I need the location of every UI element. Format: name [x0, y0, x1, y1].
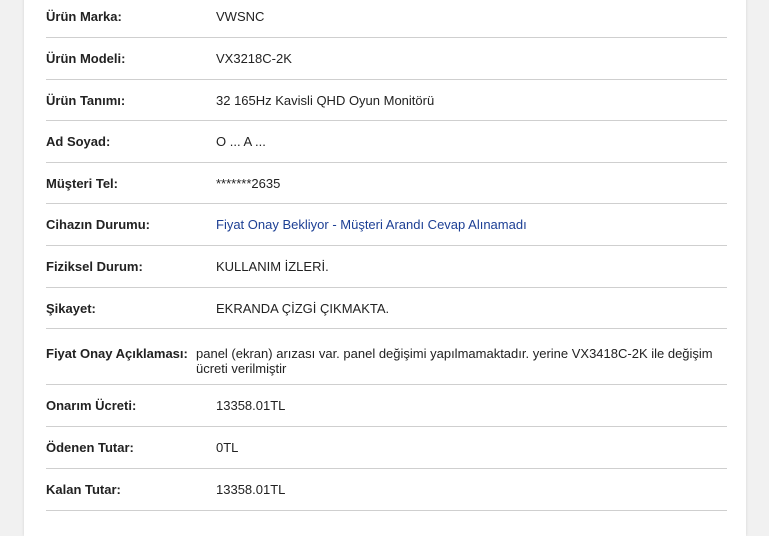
device-status-value: Fiyat Onay Bekliyor - Müşteri Arandı Cev… [216, 217, 527, 232]
row-paid-amount: Ödenen Tutar: 0TL [46, 427, 727, 469]
row-complaint: Şikayet: EKRANDA ÇİZGİ ÇIKMAKTA. [46, 288, 727, 329]
model-value: VX3218C-2K [216, 51, 292, 66]
row-remaining-amount: Kalan Tutar: 13358.01TL [46, 469, 727, 511]
complaint-label: Şikayet: [46, 300, 96, 316]
remaining-amount-label: Kalan Tutar: [46, 482, 121, 497]
row-model: Ürün Modeli: VX3218C-2K [46, 38, 727, 80]
remaining-amount-value: 13358.01TL [216, 482, 286, 497]
description-label: Ürün Tanımı: [46, 92, 126, 108]
physical-condition-label: Fiziksel Durum: [46, 259, 143, 274]
price-approval-note-label: Fiyat Onay Açıklaması: [46, 346, 188, 361]
repair-details-card: Ürün Marka: VWSNC Ürün Modeli: VX3218C-2… [24, 0, 746, 536]
model-label: Ürün Modeli: [46, 51, 126, 66]
row-brand: Ürün Marka: VWSNC [46, 0, 727, 38]
row-physical-condition: Fiziksel Durum: KULLANIM İZLERİ. [46, 246, 727, 288]
repair-fee-label: Onarım Ücreti: [46, 398, 137, 413]
brand-label: Ürün Marka: [46, 9, 122, 24]
description-value: 32 165Hz Kavisli QHD Oyun Monitörü [216, 92, 435, 108]
repair-details-table: Ürün Marka: VWSNC Ürün Modeli: VX3218C-2… [46, 0, 727, 511]
device-status-label: Cihazın Durumu: [46, 217, 150, 232]
physical-condition-value: KULLANIM İZLERİ. [216, 259, 329, 274]
price-approval-note-value: panel (ekran) arızası var. panel değişim… [196, 346, 713, 376]
row-price-approval-note: Fiyat Onay Açıklaması: panel (ekran) arı… [46, 329, 727, 385]
customer-name-value: O ... A ... [216, 134, 266, 149]
customer-name-label: Ad Soyad: [46, 134, 111, 149]
customer-phone-label: Müşteri Tel: [46, 175, 118, 191]
brand-value: VWSNC [216, 9, 265, 24]
row-device-status: Cihazın Durumu: Fiyat Onay Bekliyor - Mü… [46, 204, 727, 246]
complaint-value: EKRANDA ÇİZGİ ÇIKMAKTA. [216, 300, 390, 316]
row-repair-fee: Onarım Ücreti: 13358.01TL [46, 385, 727, 427]
row-description: Ürün Tanımı: 32 165Hz Kavisli QHD Oyun M… [46, 80, 727, 121]
row-customer-name: Ad Soyad: O ... A ... [46, 121, 727, 163]
customer-phone-value: *******2635 [216, 175, 281, 191]
paid-amount-label: Ödenen Tutar: [46, 440, 134, 455]
row-customer-phone: Müşteri Tel: *******2635 [46, 163, 727, 204]
repair-fee-value: 13358.01TL [216, 398, 286, 413]
paid-amount-value: 0TL [216, 440, 239, 455]
